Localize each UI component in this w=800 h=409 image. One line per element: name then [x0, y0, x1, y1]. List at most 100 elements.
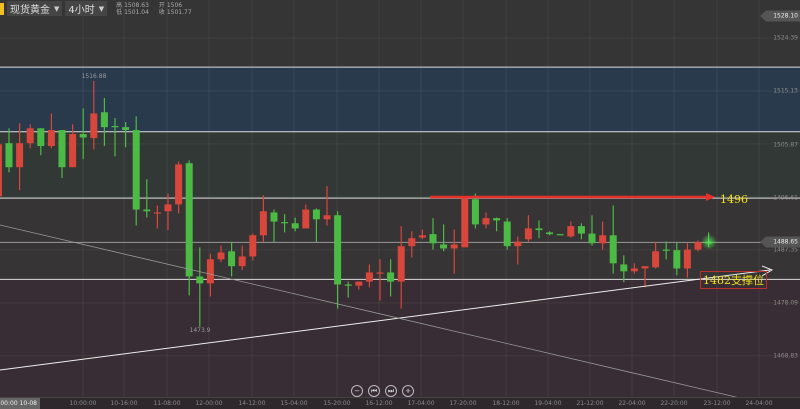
candle-body [535, 228, 543, 231]
zoom-in-button[interactable]: + [402, 385, 414, 397]
candle-body [259, 211, 267, 236]
high-label: 1516.88 [81, 73, 107, 80]
candle-body [503, 221, 511, 247]
zoom-out-button[interactable]: − [351, 385, 363, 397]
symbol-select[interactable]: 现货黄金 ▼ [7, 1, 63, 16]
candle [185, 160, 193, 296]
time-tick: 15-04:00 [280, 400, 308, 407]
candle-body [652, 251, 660, 268]
candle-body [461, 198, 469, 248]
time-tick: 22-04:00 [618, 400, 646, 407]
candle-body [206, 259, 214, 284]
support-text[interactable]: 1482支撑位 [700, 271, 767, 289]
candle-body [577, 226, 585, 234]
candle-body [334, 215, 342, 285]
candle-body [440, 244, 448, 249]
ohlc-readout: 高 1508.63 开 1506 低 1501.04 收 1501.77 [116, 2, 192, 16]
time-tick: 18-12:00 [492, 400, 520, 407]
candle-body [143, 209, 151, 212]
candle [132, 116, 140, 226]
candle-body [90, 113, 98, 139]
candle-body [132, 130, 140, 210]
candle-body [153, 212, 161, 214]
period-select[interactable]: 4小时 ▼ [65, 1, 108, 16]
resistance-text[interactable]: 1496 [720, 193, 748, 206]
candle-body [0, 144, 2, 197]
symbol-label: 现货黄金 [10, 5, 50, 16]
candle-body [249, 235, 257, 257]
candle-body [641, 266, 649, 269]
scroll-back-button[interactable]: ⏮ [368, 385, 380, 397]
price-tick: 1505.87 [773, 141, 798, 149]
candle-body [323, 215, 331, 220]
candle-body [588, 233, 596, 244]
zone-blue [0, 67, 800, 132]
time-axis[interactable]: 10-08 20:00:00 10:00:00 10-16:00 11-08:00 1… [0, 397, 800, 409]
ohlc-close: 收 1501.77 [158, 8, 192, 16]
chevron-down-icon: ▼ [54, 4, 60, 13]
candle-body [5, 143, 13, 168]
candle-body [79, 134, 87, 138]
candle-body [556, 234, 564, 236]
candle-body [683, 249, 691, 269]
candle-body [47, 130, 55, 147]
candle-body [365, 272, 373, 282]
candle-body [37, 128, 45, 147]
candle-body [175, 164, 183, 205]
candle-body [387, 272, 395, 282]
candle-body [270, 212, 278, 222]
candle-body [26, 128, 34, 144]
app-logo-icon [0, 2, 4, 15]
time-tick: 17-04:00 [407, 400, 435, 407]
zone-grey [0, 131, 800, 199]
current-price-badge: 1488.65 [760, 236, 800, 248]
toolbar: 现货黄金 ▼ 4小时 ▼ 高 1508.63 开 1506 低 1501.04 收 … [0, 0, 192, 17]
candle-body [355, 281, 363, 286]
candle-body [228, 251, 236, 267]
price-tick: 1515.13 [773, 87, 798, 95]
candle-body [164, 204, 172, 212]
candle-body [291, 223, 299, 229]
candle-body [111, 126, 119, 128]
candle-body [238, 256, 246, 267]
top-price-badge: 1528.10 [760, 10, 800, 22]
time-tick: 10:00:00 [69, 400, 97, 407]
time-tick: 15-20:00 [323, 400, 351, 407]
time-tick: 14-12:00 [238, 400, 266, 407]
crosshair-time: 10-08 20:00:00 [0, 398, 40, 409]
candle-body [471, 199, 479, 225]
candle-body [567, 226, 575, 237]
candle-body [630, 268, 638, 272]
low-label: 1473.9 [189, 327, 211, 334]
time-tick: 11-08:00 [153, 400, 181, 407]
zone-lower [0, 279, 800, 398]
price-tick: 1496.61 [773, 194, 798, 202]
candle-body [662, 249, 670, 251]
candle-body [58, 130, 66, 168]
candlestick-chart[interactable] [0, 0, 800, 409]
candle-body [673, 250, 681, 269]
candle-body [408, 238, 416, 247]
candle [461, 198, 469, 248]
candle [249, 233, 257, 261]
time-tick: 17-20:00 [449, 400, 477, 407]
candle-body [524, 228, 532, 240]
time-tick: 16-12:00 [365, 400, 393, 407]
candle-body [493, 218, 501, 221]
candle-body [100, 112, 108, 128]
candle [503, 218, 511, 250]
period-label: 4小时 [68, 5, 95, 16]
time-tick: 24-04:00 [745, 400, 773, 407]
scroll-forward-button[interactable]: ⏭ [385, 385, 397, 397]
candle-body [546, 232, 554, 235]
price-tick: 1487.35 [773, 246, 798, 254]
candle-body [302, 209, 310, 229]
ohlc-low: 低 1501.04 [116, 8, 149, 16]
chevron-down-icon: ▼ [98, 4, 105, 13]
candle-body [429, 234, 437, 244]
candle-body [694, 242, 702, 250]
candle-body [281, 222, 289, 224]
ohlc-open: 开 1506 [158, 1, 183, 9]
candle-body [185, 163, 193, 277]
price-tick: 1478.09 [773, 299, 798, 307]
